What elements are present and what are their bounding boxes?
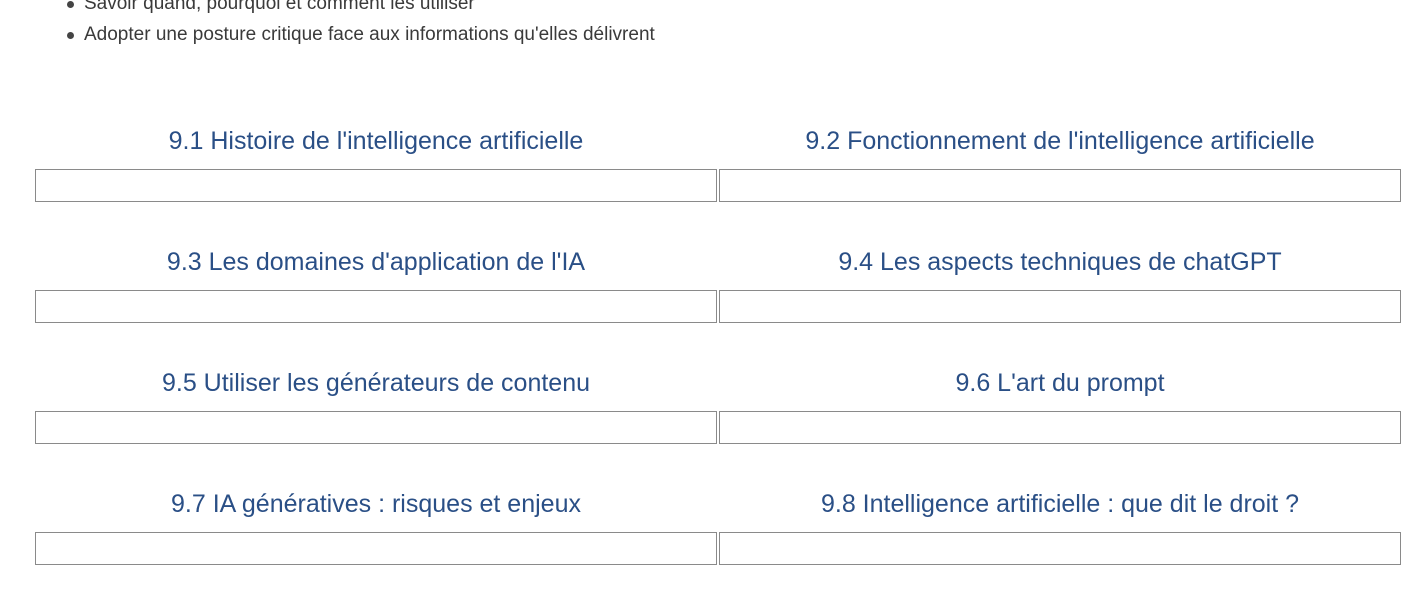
module-link-bar[interactable] — [719, 532, 1401, 565]
module-title: 9.7 IA génératives : risques et enjeux — [171, 490, 581, 518]
module-link-bar[interactable] — [35, 532, 717, 565]
objectives-list: Savoir quand, pourquoi et comment les ut… — [58, 0, 655, 50]
module-9-4: 9.4 Les aspects techniques de chatGPT — [719, 234, 1401, 355]
objective-item: Savoir quand, pourquoi et comment les ut… — [58, 0, 655, 19]
module-title: 9.3 Les domaines d'application de l'IA — [166, 248, 586, 276]
module-title: 9.5 Utiliser les générateurs de contenu — [161, 369, 591, 397]
module-9-1: 9.1 Histoire de l'intelligence artificie… — [35, 113, 717, 234]
module-link-bar[interactable] — [719, 169, 1401, 202]
module-title: 9.4 Les aspects techniques de chatGPT — [838, 248, 1282, 276]
module-9-3: 9.3 Les domaines d'application de l'IA — [35, 234, 717, 355]
objective-item: Adopter une posture critique face aux in… — [58, 19, 655, 50]
module-link-bar[interactable] — [35, 169, 717, 202]
module-9-7: 9.7 IA génératives : risques et enjeux — [35, 476, 717, 597]
module-link-bar[interactable] — [35, 290, 717, 323]
page: Savoir quand, pourquoi et comment les ut… — [0, 0, 1417, 616]
module-9-2: 9.2 Fonctionnement de l'intelligence art… — [719, 113, 1401, 234]
module-link-bar[interactable] — [719, 411, 1401, 444]
modules-grid: 9.1 Histoire de l'intelligence artificie… — [35, 113, 1401, 597]
module-link-bar[interactable] — [719, 290, 1401, 323]
module-title: 9.2 Fonctionnement de l'intelligence art… — [805, 127, 1315, 155]
module-9-8: 9.8 Intelligence artificielle : que dit … — [719, 476, 1401, 597]
module-title: 9.1 Histoire de l'intelligence artificie… — [168, 127, 584, 155]
module-9-5: 9.5 Utiliser les générateurs de contenu — [35, 355, 717, 476]
module-link-bar[interactable] — [35, 411, 717, 444]
module-9-6: 9.6 L'art du prompt — [719, 355, 1401, 476]
module-title: 9.6 L'art du prompt — [955, 369, 1165, 397]
module-title: 9.8 Intelligence artificielle : que dit … — [820, 490, 1300, 518]
